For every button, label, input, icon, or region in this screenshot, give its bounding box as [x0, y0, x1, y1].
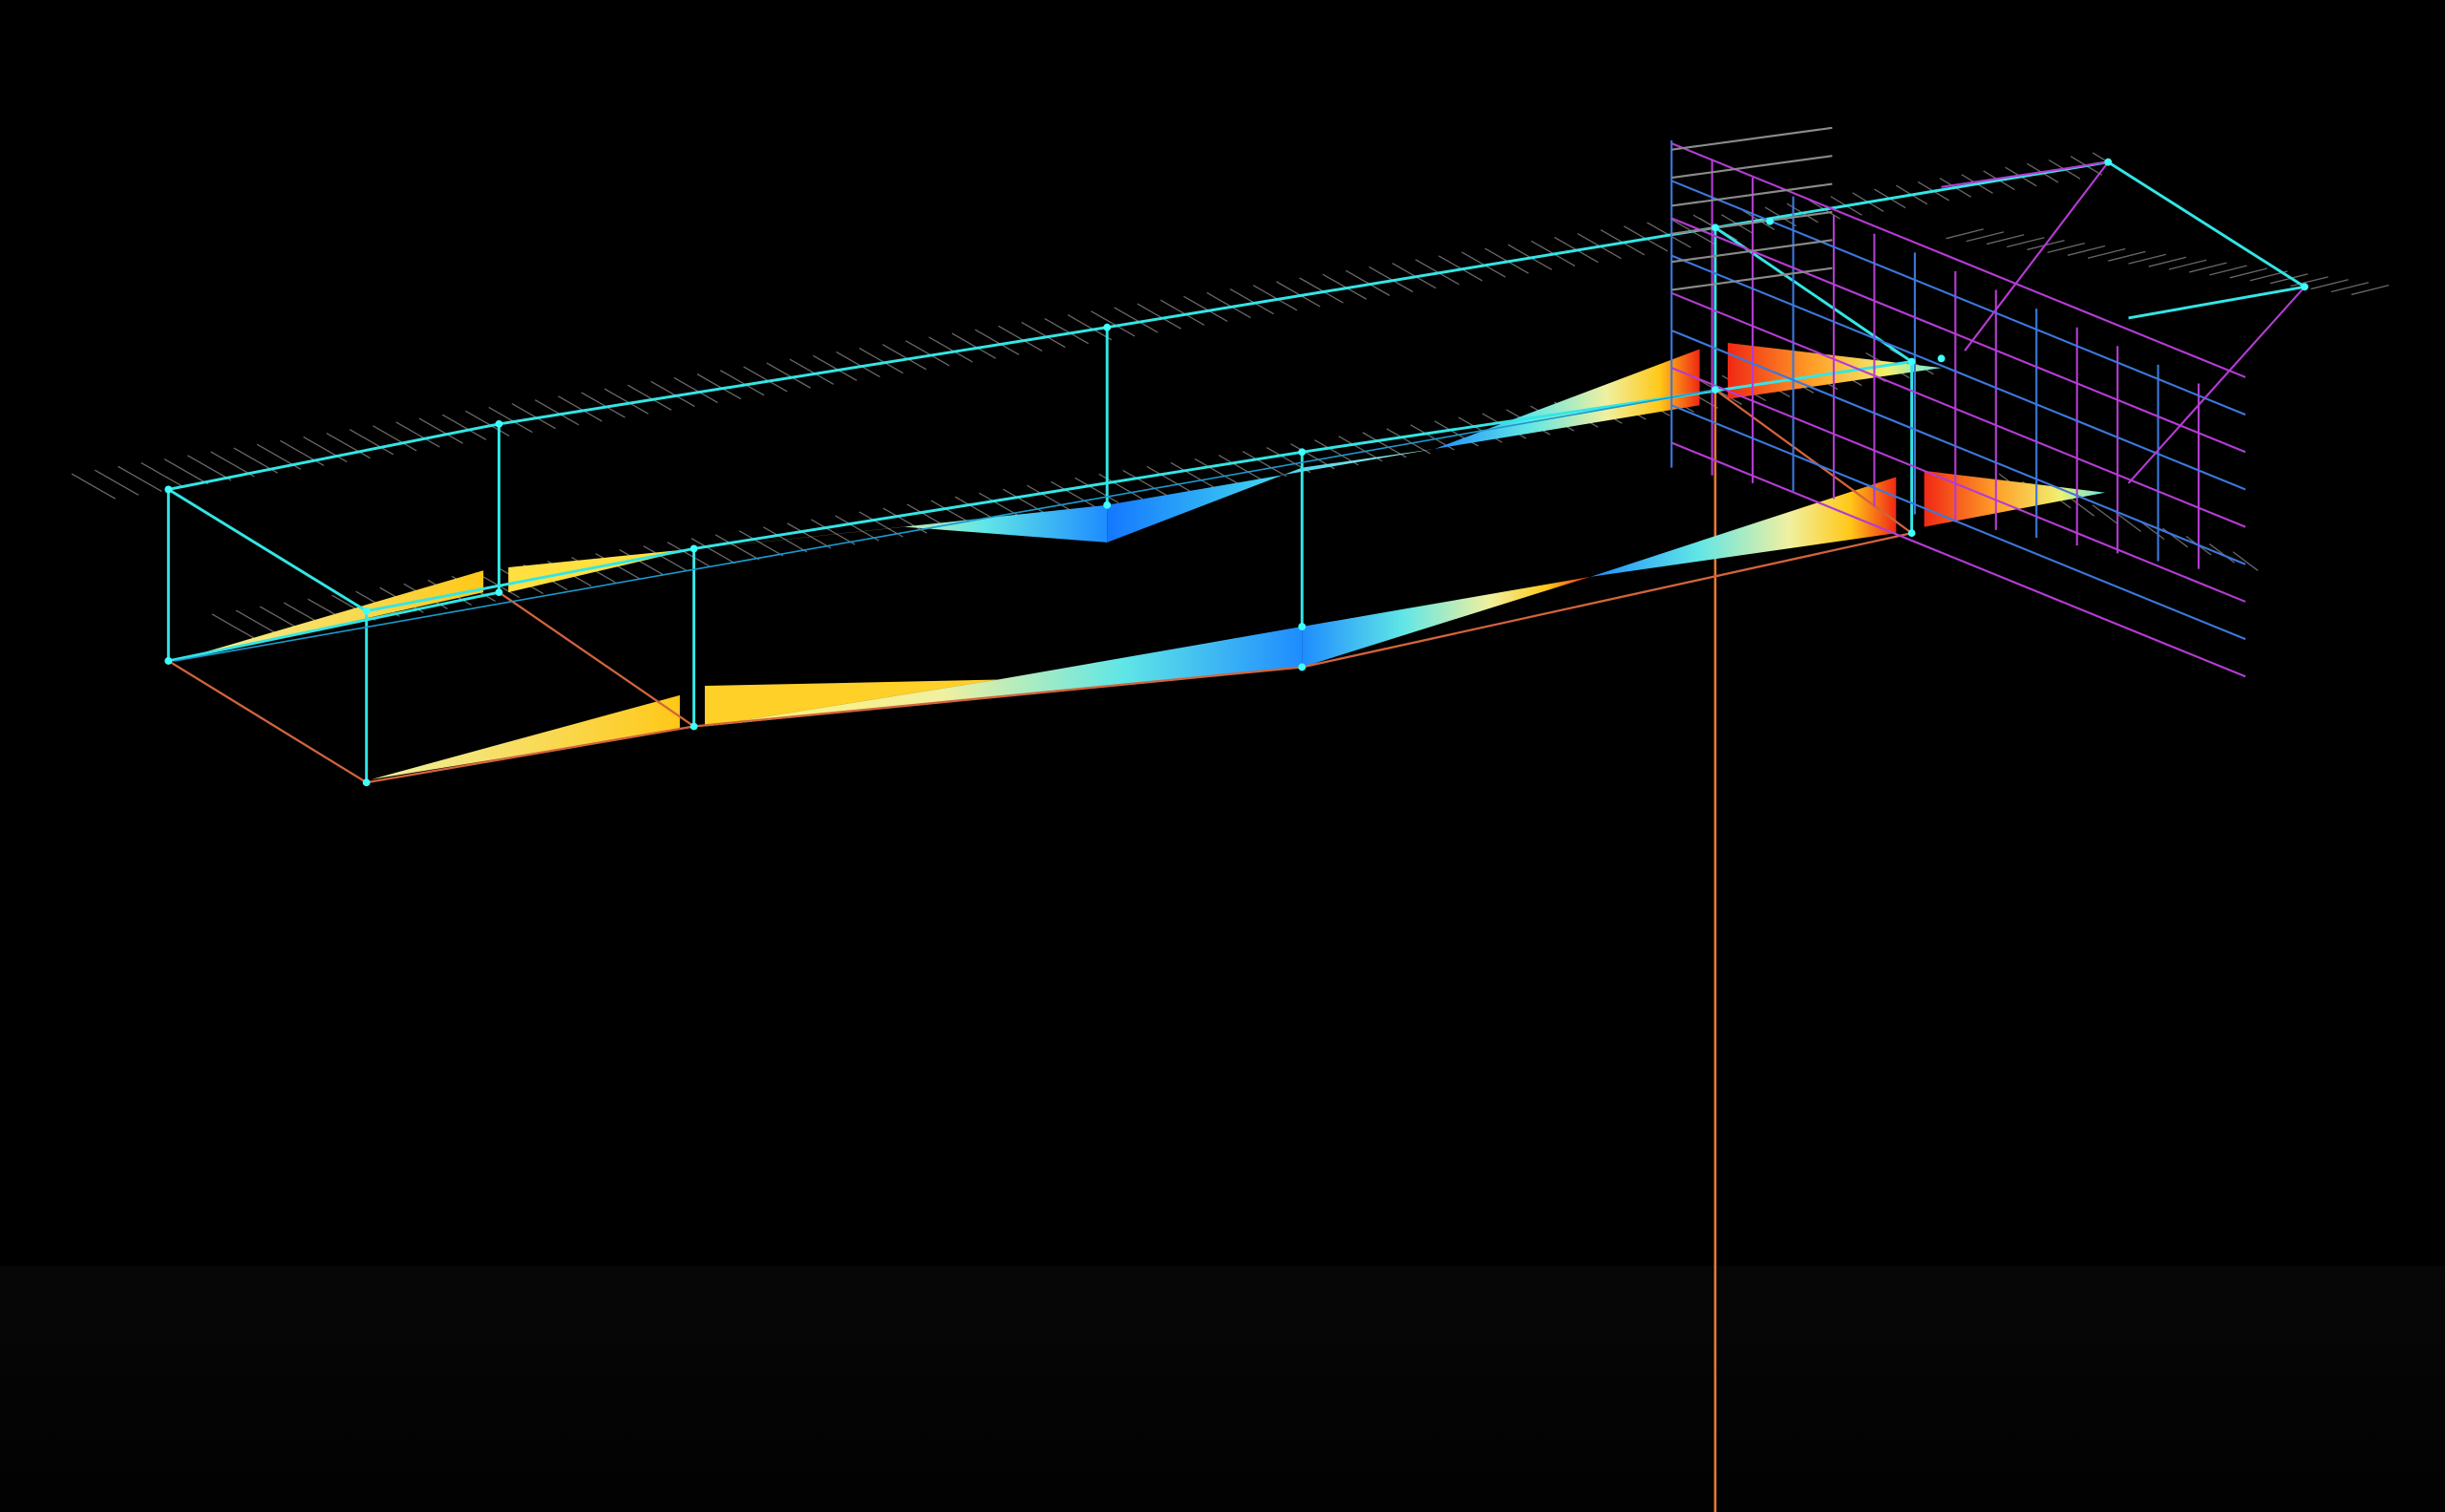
frame-node [1907, 529, 1916, 538]
frame-node [690, 544, 698, 553]
frame-node [1712, 224, 1719, 232]
grid-tick [2209, 265, 2247, 276]
ext-bottom [2128, 285, 2306, 320]
frame-node [2104, 158, 2113, 166]
lower-frame-left-side [167, 659, 368, 784]
frame-node [1766, 217, 1774, 225]
frame-node [1298, 448, 1307, 457]
force-diagram-lower-right [1590, 477, 1897, 577]
frame-node [495, 419, 503, 428]
top-rail-back-3 [1106, 225, 1716, 330]
frame-node [164, 485, 173, 494]
main-frame [166, 225, 1914, 783]
mid-rail-3 [1302, 360, 1912, 454]
grid-tick [2229, 267, 2268, 279]
top-rail-back [168, 422, 500, 491]
top-rail-front [167, 488, 368, 612]
grid-tick [1986, 234, 2025, 245]
frame-node [1712, 386, 1719, 394]
frame-node [495, 588, 503, 597]
scaffold-brace [2127, 286, 2306, 484]
mid-rail [366, 547, 694, 613]
lower-frame-front [366, 725, 694, 784]
frame-node [1298, 663, 1307, 671]
lower-frame [167, 389, 1913, 784]
grid-tick [1966, 231, 2005, 243]
scaffold-tie [1671, 155, 1833, 180]
force-diagram-upper-mid-right [1107, 449, 1435, 543]
grid-tick [2330, 282, 2370, 293]
upper-beam-force-diagrams [174, 343, 1942, 661]
floor-band [0, 1266, 2445, 1512]
frame-node [1907, 357, 1916, 366]
grid-tick [2350, 285, 2390, 296]
frame-node [362, 607, 371, 615]
grid-tick [2087, 247, 2126, 259]
grid-tick [1945, 228, 1984, 240]
grid-tick [2108, 250, 2146, 262]
grid-tick [2067, 245, 2106, 256]
grid-tick [2189, 262, 2227, 273]
lower-frame-cross-1 [498, 591, 695, 728]
grid-tick [2047, 242, 2086, 254]
frame-node [2301, 283, 2308, 291]
frame-node [362, 778, 371, 787]
scaffold-tie [1671, 126, 1833, 151]
frame-node [1298, 623, 1307, 630]
frame-node [164, 657, 173, 665]
force-diagram-lower-mid-right [1302, 576, 1591, 668]
frame-node [1103, 500, 1112, 509]
scaffold-rung [1670, 217, 2246, 454]
frame-node [690, 722, 698, 731]
grid-tick [2007, 237, 2045, 248]
frame-node [1937, 354, 1945, 363]
deck-grid [71, 152, 2390, 640]
upper-beam-inner [174, 389, 1716, 662]
grid-tick [2148, 256, 2187, 267]
3d-viewport[interactable] [0, 0, 2445, 1512]
force-diagram-upper-left [174, 570, 484, 661]
structure-scene [0, 126, 2445, 1512]
lower-frame-front-3 [1302, 532, 1912, 669]
scaffold-brace [1941, 160, 2109, 188]
frame-nodes [164, 158, 2308, 787]
frame-node [1103, 323, 1112, 331]
scaffold-rung [1670, 142, 2246, 378]
grid-tick [2310, 279, 2349, 290]
scaffold-tower [1670, 126, 2306, 678]
right-extension [1714, 160, 2306, 320]
top-rail-back-2 [499, 326, 1108, 426]
grid-tick [2128, 253, 2166, 265]
lower-beam-force-diagrams [371, 470, 2106, 779]
grid-tick [2209, 543, 2235, 564]
grid-tick [2168, 259, 2207, 270]
left-brace [168, 590, 500, 663]
